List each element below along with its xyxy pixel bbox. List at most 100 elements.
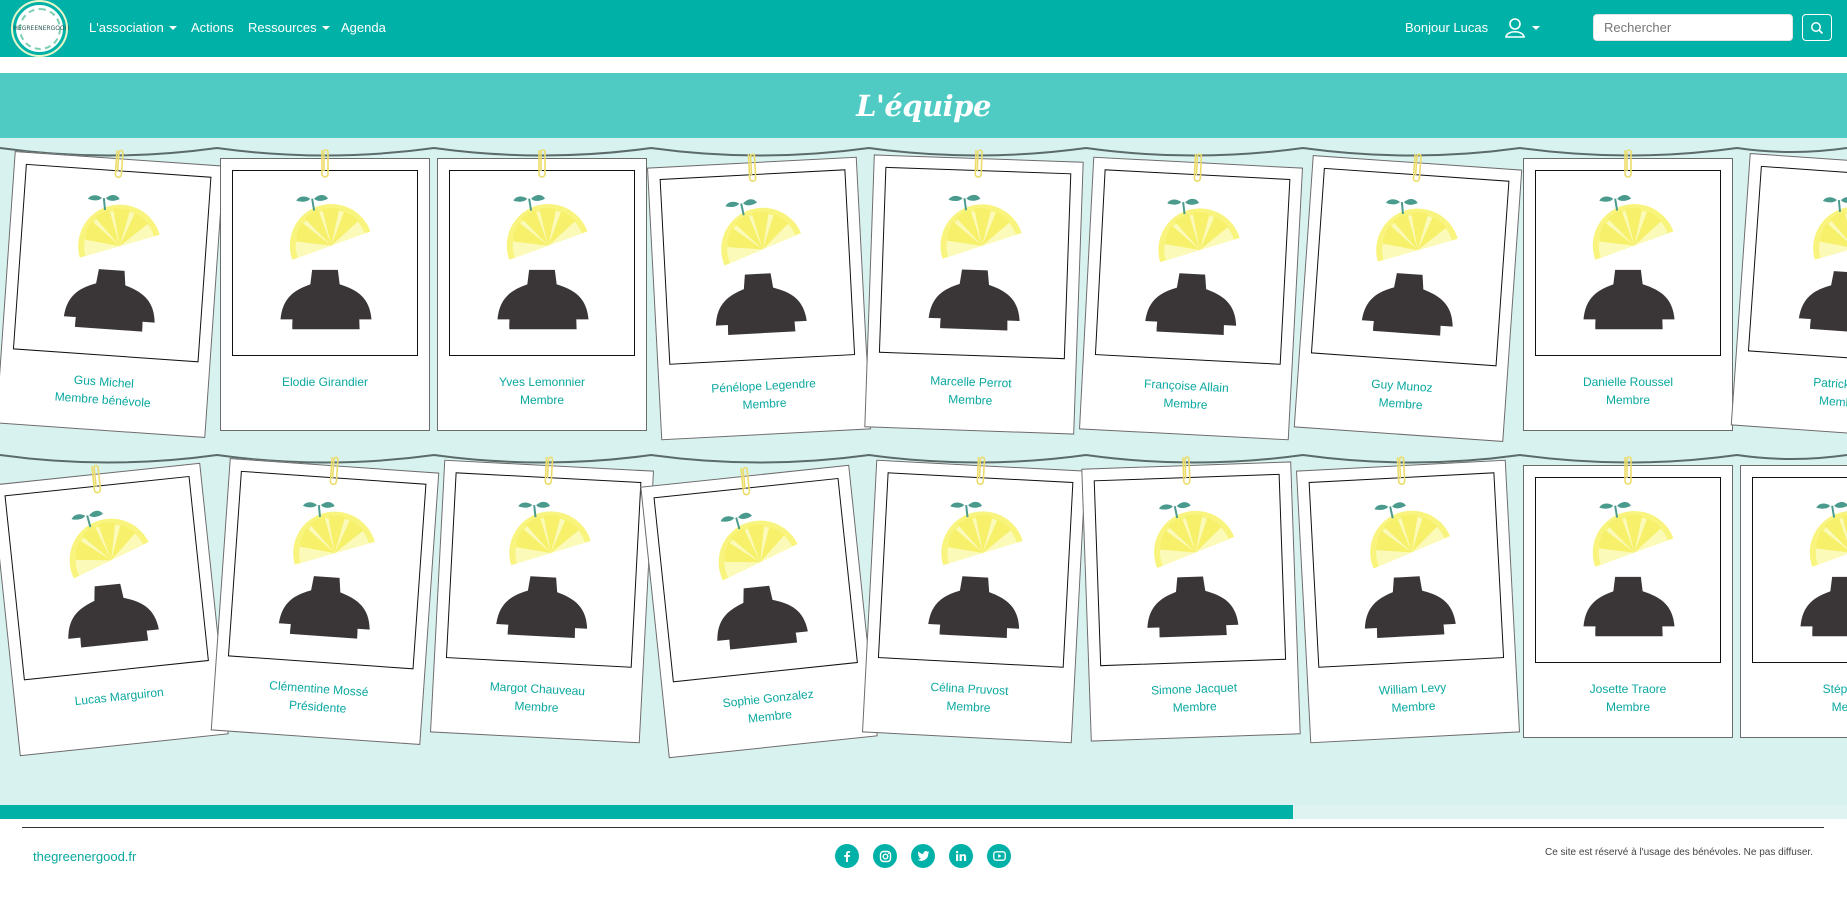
nav-association-label: L'association [89, 20, 164, 35]
member-photo [1094, 169, 1291, 365]
member-photo [877, 472, 1074, 668]
member-role: Membre [1605, 700, 1650, 714]
member-photo [1310, 167, 1510, 367]
member-role: Mem [1831, 700, 1847, 714]
member-card[interactable]: Danielle Roussel Membre [1523, 149, 1733, 431]
user-icon [1505, 18, 1540, 38]
member-photo [1535, 170, 1721, 356]
top-navbar: THE GREENER GOOD L'association Actions R… [0, 0, 1847, 57]
member-role: Membre [519, 393, 564, 407]
member-photo [878, 166, 1072, 360]
member-photo [1747, 165, 1847, 365]
footer-notice: Ce site est réservé à l'usage des bénévo… [1545, 847, 1813, 858]
paperclip-icon [1182, 456, 1191, 485]
member-name: Stéphan [1822, 682, 1847, 696]
nav-agenda-label: Agenda [341, 20, 386, 35]
avatar-placeholder-icon [497, 194, 589, 330]
member-card[interactable]: Pénélope Legendre Membre [647, 153, 871, 441]
user-menu-button[interactable] [1503, 16, 1543, 40]
member-photo [1752, 477, 1847, 663]
site-logo[interactable]: THE GREENER GOOD [10, 0, 69, 57]
page-title: L'équipe [856, 88, 991, 123]
nav-actions-label: Actions [191, 20, 234, 35]
user-greeting: Bonjour Lucas [1405, 20, 1489, 35]
nav-association[interactable]: L'association [89, 20, 177, 35]
paperclip-icon [538, 149, 546, 178]
twitter-icon[interactable] [911, 844, 935, 868]
member-card[interactable]: Josette Traore Membre [1523, 456, 1733, 738]
member-role: Membre [948, 392, 993, 408]
avatar-placeholder-icon [278, 501, 375, 639]
search-icon [1811, 21, 1824, 34]
paperclip-icon [1396, 456, 1406, 485]
member-card[interactable]: Sophie Gonzalez Membre [640, 464, 878, 759]
paperclip-icon [1193, 153, 1203, 182]
member-card[interactable]: Célina Pruvost Membre [862, 456, 1086, 744]
member-name: Yves Lemonnier [498, 375, 586, 389]
member-card[interactable]: Elodie Girandier [220, 149, 430, 431]
youtube-icon[interactable] [987, 844, 1011, 868]
scrollbar-thumb[interactable] [0, 805, 1293, 819]
member-photo [1308, 472, 1505, 668]
instagram-icon[interactable] [873, 844, 897, 868]
member-photo [653, 477, 858, 683]
member-card[interactable]: Marcelle Perrot Membre [864, 149, 1084, 435]
member-card[interactable]: Margot Chauveau Membre [430, 456, 654, 744]
paperclip-icon [329, 456, 339, 486]
paperclip-icon [114, 149, 124, 179]
linkedin-icon[interactable] [949, 844, 973, 868]
avatar-placeholder-icon [1583, 501, 1675, 637]
member-card[interactable]: Yves Lemonnier Membre [437, 149, 647, 431]
paperclip-icon [1624, 456, 1632, 485]
logo-text: THE GREENER GOOD [10, 7, 69, 50]
page-banner: L'équipe [0, 73, 1847, 138]
nav-agenda[interactable]: Agenda [341, 20, 386, 35]
search-button[interactable] [1802, 14, 1832, 41]
horizontal-scrollbar[interactable] [0, 805, 1847, 819]
avatar-placeholder-icon [280, 194, 372, 330]
member-card[interactable]: William Levy Membre [1296, 456, 1520, 744]
member-name: Josette Traore [1589, 682, 1667, 696]
member-role: Membr [1818, 393, 1847, 411]
nav-ressources[interactable]: Ressources [248, 20, 330, 35]
member-name: Lucas Marguiron [73, 684, 165, 709]
facebook-icon[interactable] [835, 844, 859, 868]
member-photo [232, 170, 418, 356]
chevron-down-icon [321, 26, 330, 30]
member-photo [1093, 473, 1287, 667]
team-gallery: Gus Michel Membre bénévole Elodie Girandi… [0, 138, 1847, 805]
paperclip-icon [1624, 149, 1632, 178]
avatar-placeholder-icon [496, 501, 591, 639]
nav-actions[interactable]: Actions [191, 20, 234, 35]
paperclip-icon [321, 149, 329, 178]
member-photo [449, 170, 635, 356]
paperclip-icon [544, 456, 554, 485]
member-card[interactable]: Lucas Marguiron [0, 462, 229, 757]
member-photo [659, 169, 856, 365]
member-card[interactable]: Gus Michel Membre bénévole [0, 149, 225, 438]
paperclip-icon [747, 153, 757, 182]
member-photo [445, 472, 642, 668]
avatar-placeholder-icon [63, 194, 160, 332]
avatar-placeholder-icon [1798, 196, 1847, 334]
member-card[interactable]: Clémentine Mossé Présidente [210, 456, 440, 745]
nav-ressources-label: Ressources [248, 20, 317, 35]
footer-site-link[interactable]: thegreenergood.fr [33, 849, 136, 864]
member-card[interactable]: Guy Munoz Membre [1293, 153, 1523, 442]
member-name: Marcelle Perrot [930, 373, 1012, 391]
chevron-down-icon [168, 26, 177, 30]
member-role: Membre [1605, 393, 1650, 407]
member-photo [4, 475, 209, 681]
member-name: Danielle Roussel [1582, 375, 1674, 389]
avatar-placeholder-icon [1147, 502, 1239, 638]
social-links [835, 844, 1011, 868]
search-input[interactable] [1593, 14, 1793, 41]
member-photo [227, 470, 427, 670]
avatar-placeholder-icon [717, 512, 808, 650]
member-card[interactable]: Stéphan Mem [1740, 465, 1847, 738]
member-card[interactable]: Patrick ClMembr [1730, 153, 1847, 440]
member-card[interactable]: Simone Jacquet Membre [1081, 456, 1301, 742]
member-card[interactable]: Françoise Allain Membre [1079, 153, 1303, 441]
member-role: Membre [1172, 699, 1217, 715]
member-name: Elodie Girandier [281, 375, 369, 389]
